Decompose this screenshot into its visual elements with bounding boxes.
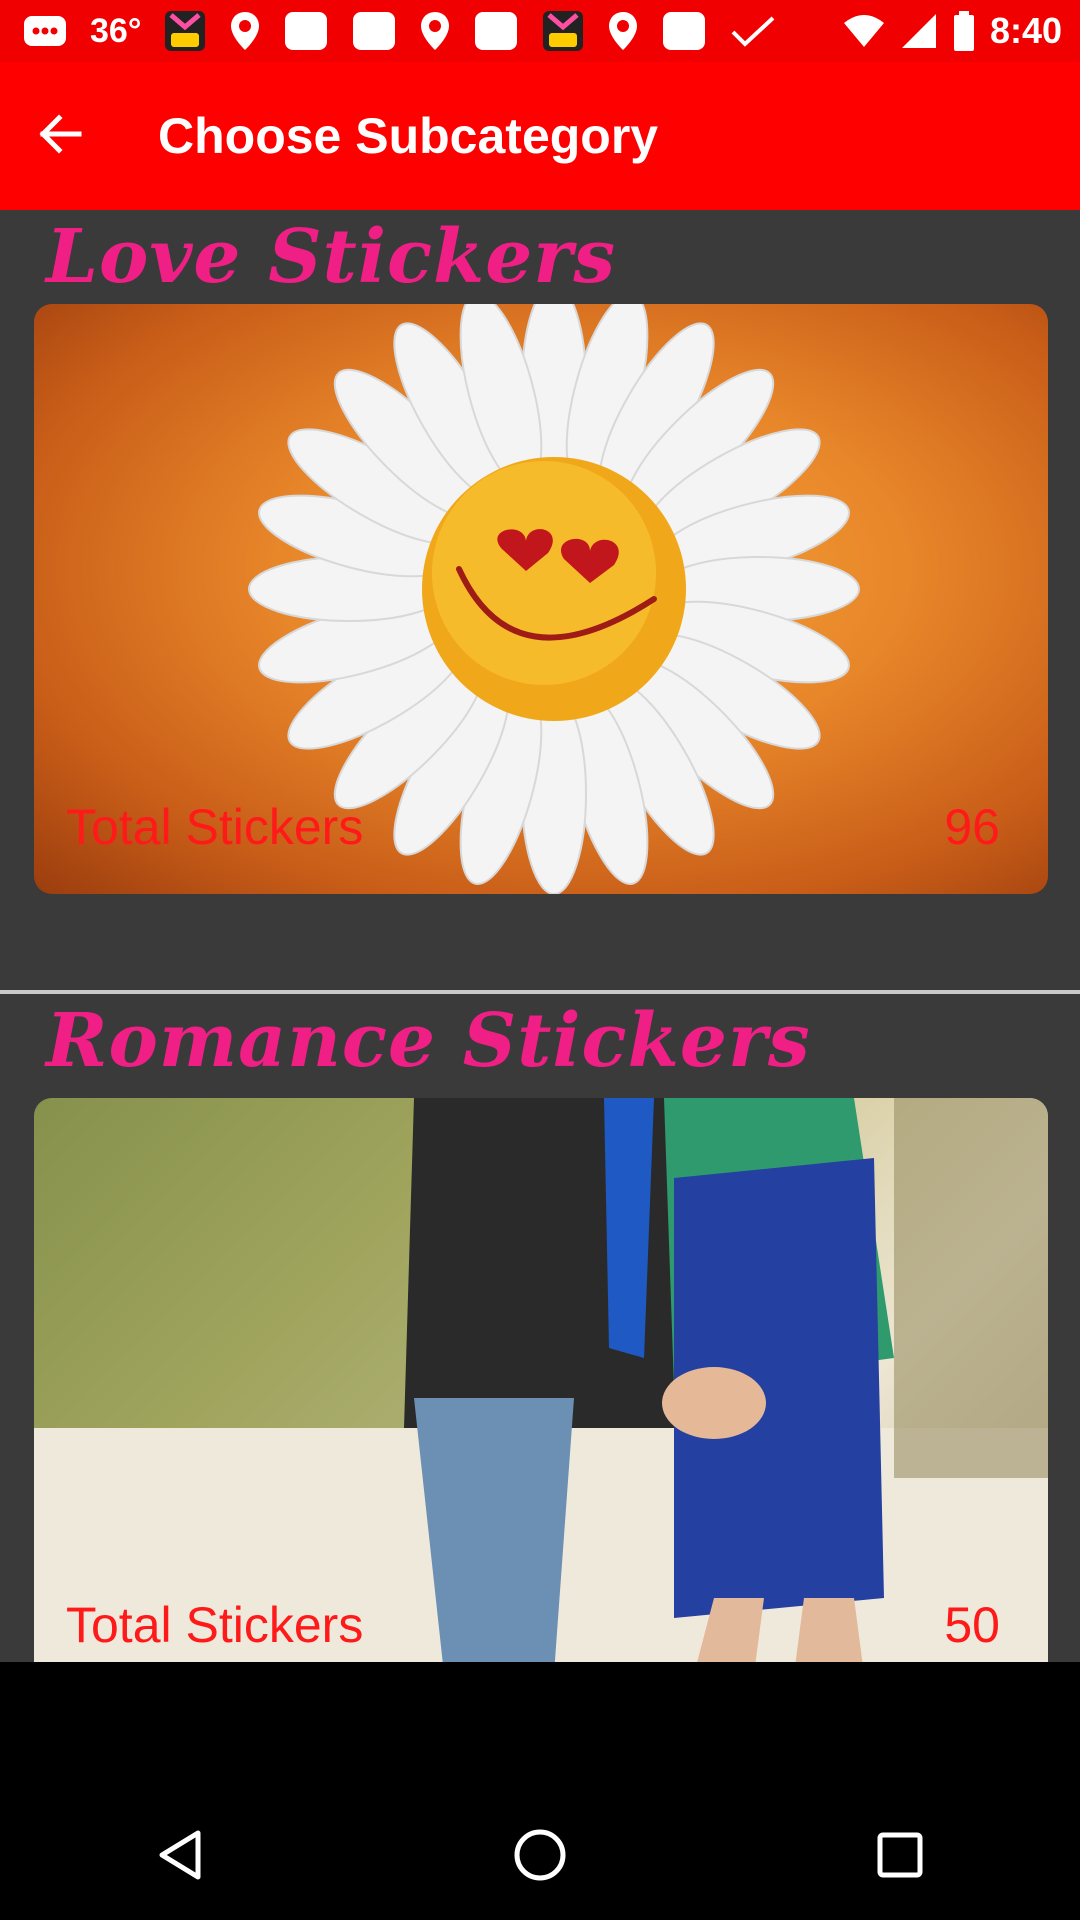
subcategory-item-romance[interactable]: Romance Stickers Total Stickers 50 bbox=[0, 994, 1080, 1662]
nav-home-button[interactable] bbox=[480, 1807, 600, 1907]
sticker-count: 96 bbox=[944, 799, 1000, 855]
recents-square-icon bbox=[876, 1831, 924, 1884]
subcategory-item-love[interactable]: Love Stickers Total Stickers 96 bbox=[0, 210, 1080, 990]
temperature-text: 36° bbox=[90, 11, 142, 50]
app-square-icon bbox=[661, 10, 707, 52]
nav-recents-button[interactable] bbox=[840, 1807, 960, 1907]
battery-icon bbox=[952, 10, 976, 52]
sticker-count: 50 bbox=[944, 1597, 1000, 1653]
app-bar: Choose Subcategory bbox=[0, 62, 1080, 210]
pop-app-icon bbox=[163, 9, 207, 53]
messages-icon bbox=[22, 14, 68, 48]
home-circle-icon bbox=[513, 1828, 567, 1887]
total-stickers-label: Total Stickers bbox=[66, 1597, 364, 1653]
pop-app-icon bbox=[541, 9, 585, 53]
subcategory-list[interactable]: Love Stickers Total Stickers 96 Romance … bbox=[0, 210, 1080, 1662]
location-icon bbox=[229, 10, 261, 52]
page-title: Choose Subcategory bbox=[158, 108, 659, 164]
subcategory-title: Love Stickers bbox=[46, 214, 617, 300]
subcategory-card-love[interactable]: Total Stickers 96 bbox=[34, 304, 1048, 894]
total-stickers-label: Total Stickers bbox=[66, 799, 364, 855]
nav-back-button[interactable] bbox=[120, 1807, 240, 1907]
location-icon bbox=[607, 10, 639, 52]
couple-holding-hands-image bbox=[34, 1098, 1048, 1662]
subcategory-title: Romance Stickers bbox=[46, 998, 811, 1084]
back-button[interactable] bbox=[0, 62, 120, 210]
status-icons-left: 36° bbox=[0, 9, 777, 53]
app-square-icon bbox=[351, 10, 397, 52]
clock-text: 8:40 bbox=[989, 10, 1062, 51]
arrow-back-icon bbox=[37, 113, 83, 159]
wifi-icon bbox=[842, 13, 886, 49]
system-nav-bar bbox=[0, 1794, 1080, 1920]
status-bar: 36° 8:40 bbox=[0, 0, 1080, 62]
app-square-icon bbox=[473, 10, 519, 52]
location-icon bbox=[419, 10, 451, 52]
status-icons-right: 8:40 bbox=[842, 0, 1062, 62]
back-triangle-icon bbox=[156, 1829, 204, 1886]
check-icon bbox=[729, 14, 777, 48]
subcategory-card-romance[interactable]: Total Stickers 50 bbox=[34, 1098, 1048, 1662]
app-square-icon bbox=[283, 10, 329, 52]
signal-icon bbox=[900, 12, 938, 50]
